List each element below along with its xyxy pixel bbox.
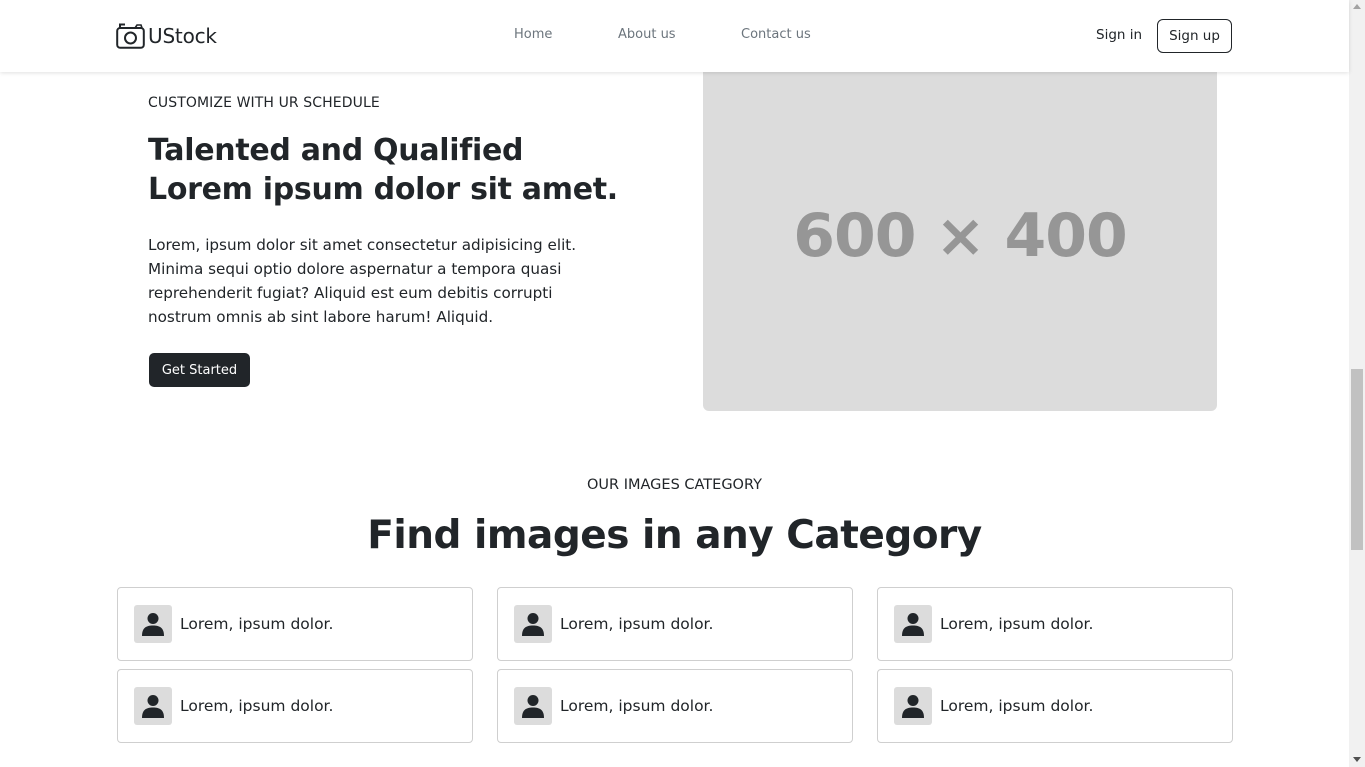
category-card[interactable]: Lorem, ipsum dolor. <box>497 587 853 661</box>
vertical-scrollbar[interactable] <box>1349 0 1365 767</box>
nav-link-contact[interactable]: Contact us <box>741 27 811 42</box>
user-icon <box>894 687 932 725</box>
hero-image-placeholder: 600 × 400 <box>703 60 1217 411</box>
camera-icon <box>116 23 145 49</box>
hero-eyebrow: CUSTOMIZE WITH UR SCHEDULE <box>148 95 380 111</box>
user-icon <box>514 687 552 725</box>
brand-logo[interactable]: UStock <box>116 22 217 49</box>
user-icon <box>134 605 172 643</box>
hero-title-line2: Lorem ipsum dolor sit amet. <box>148 172 618 207</box>
hero-description: Lorem, ipsum dolor sit amet consectetur … <box>148 236 577 326</box>
navbar: UStock Home About us Contact us Sign in … <box>0 0 1349 72</box>
hero-title: Talented and Qualified Lorem ipsum dolor… <box>148 131 638 209</box>
user-icon <box>134 687 172 725</box>
get-started-button[interactable]: Get Started <box>149 353 250 387</box>
hero-title-line1: Talented and Qualified <box>148 133 524 168</box>
category-label: Lorem, ipsum dolor. <box>940 697 1094 715</box>
category-label: Lorem, ipsum dolor. <box>560 697 714 715</box>
category-label: Lorem, ipsum dolor. <box>180 697 334 715</box>
category-card[interactable]: Lorem, ipsum dolor. <box>877 587 1233 661</box>
category-card[interactable]: Lorem, ipsum dolor. <box>117 587 473 661</box>
scrollbar-thumb[interactable] <box>1351 369 1363 550</box>
scroll-down-arrow-icon[interactable] <box>1353 757 1361 762</box>
categories-eyebrow: OUR IMAGES CATEGORY <box>587 477 762 493</box>
brand-name: UStock <box>148 23 217 48</box>
user-icon <box>514 605 552 643</box>
categories-title: Find images in any Category <box>367 513 982 558</box>
sign-up-button[interactable]: Sign up <box>1157 19 1232 53</box>
category-card[interactable]: Lorem, ipsum dolor. <box>117 669 473 743</box>
sign-in-link[interactable]: Sign in <box>1096 27 1142 43</box>
nav-link-home[interactable]: Home <box>514 27 552 42</box>
user-icon <box>894 605 932 643</box>
category-label: Lorem, ipsum dolor. <box>560 615 714 633</box>
category-card[interactable]: Lorem, ipsum dolor. <box>877 669 1233 743</box>
category-card[interactable]: Lorem, ipsum dolor. <box>497 669 853 743</box>
placeholder-size-label: 600 × 400 <box>793 200 1128 271</box>
scroll-up-arrow-icon[interactable] <box>1353 4 1361 9</box>
category-label: Lorem, ipsum dolor. <box>940 615 1094 633</box>
category-label: Lorem, ipsum dolor. <box>180 615 334 633</box>
nav-link-about[interactable]: About us <box>618 27 676 42</box>
